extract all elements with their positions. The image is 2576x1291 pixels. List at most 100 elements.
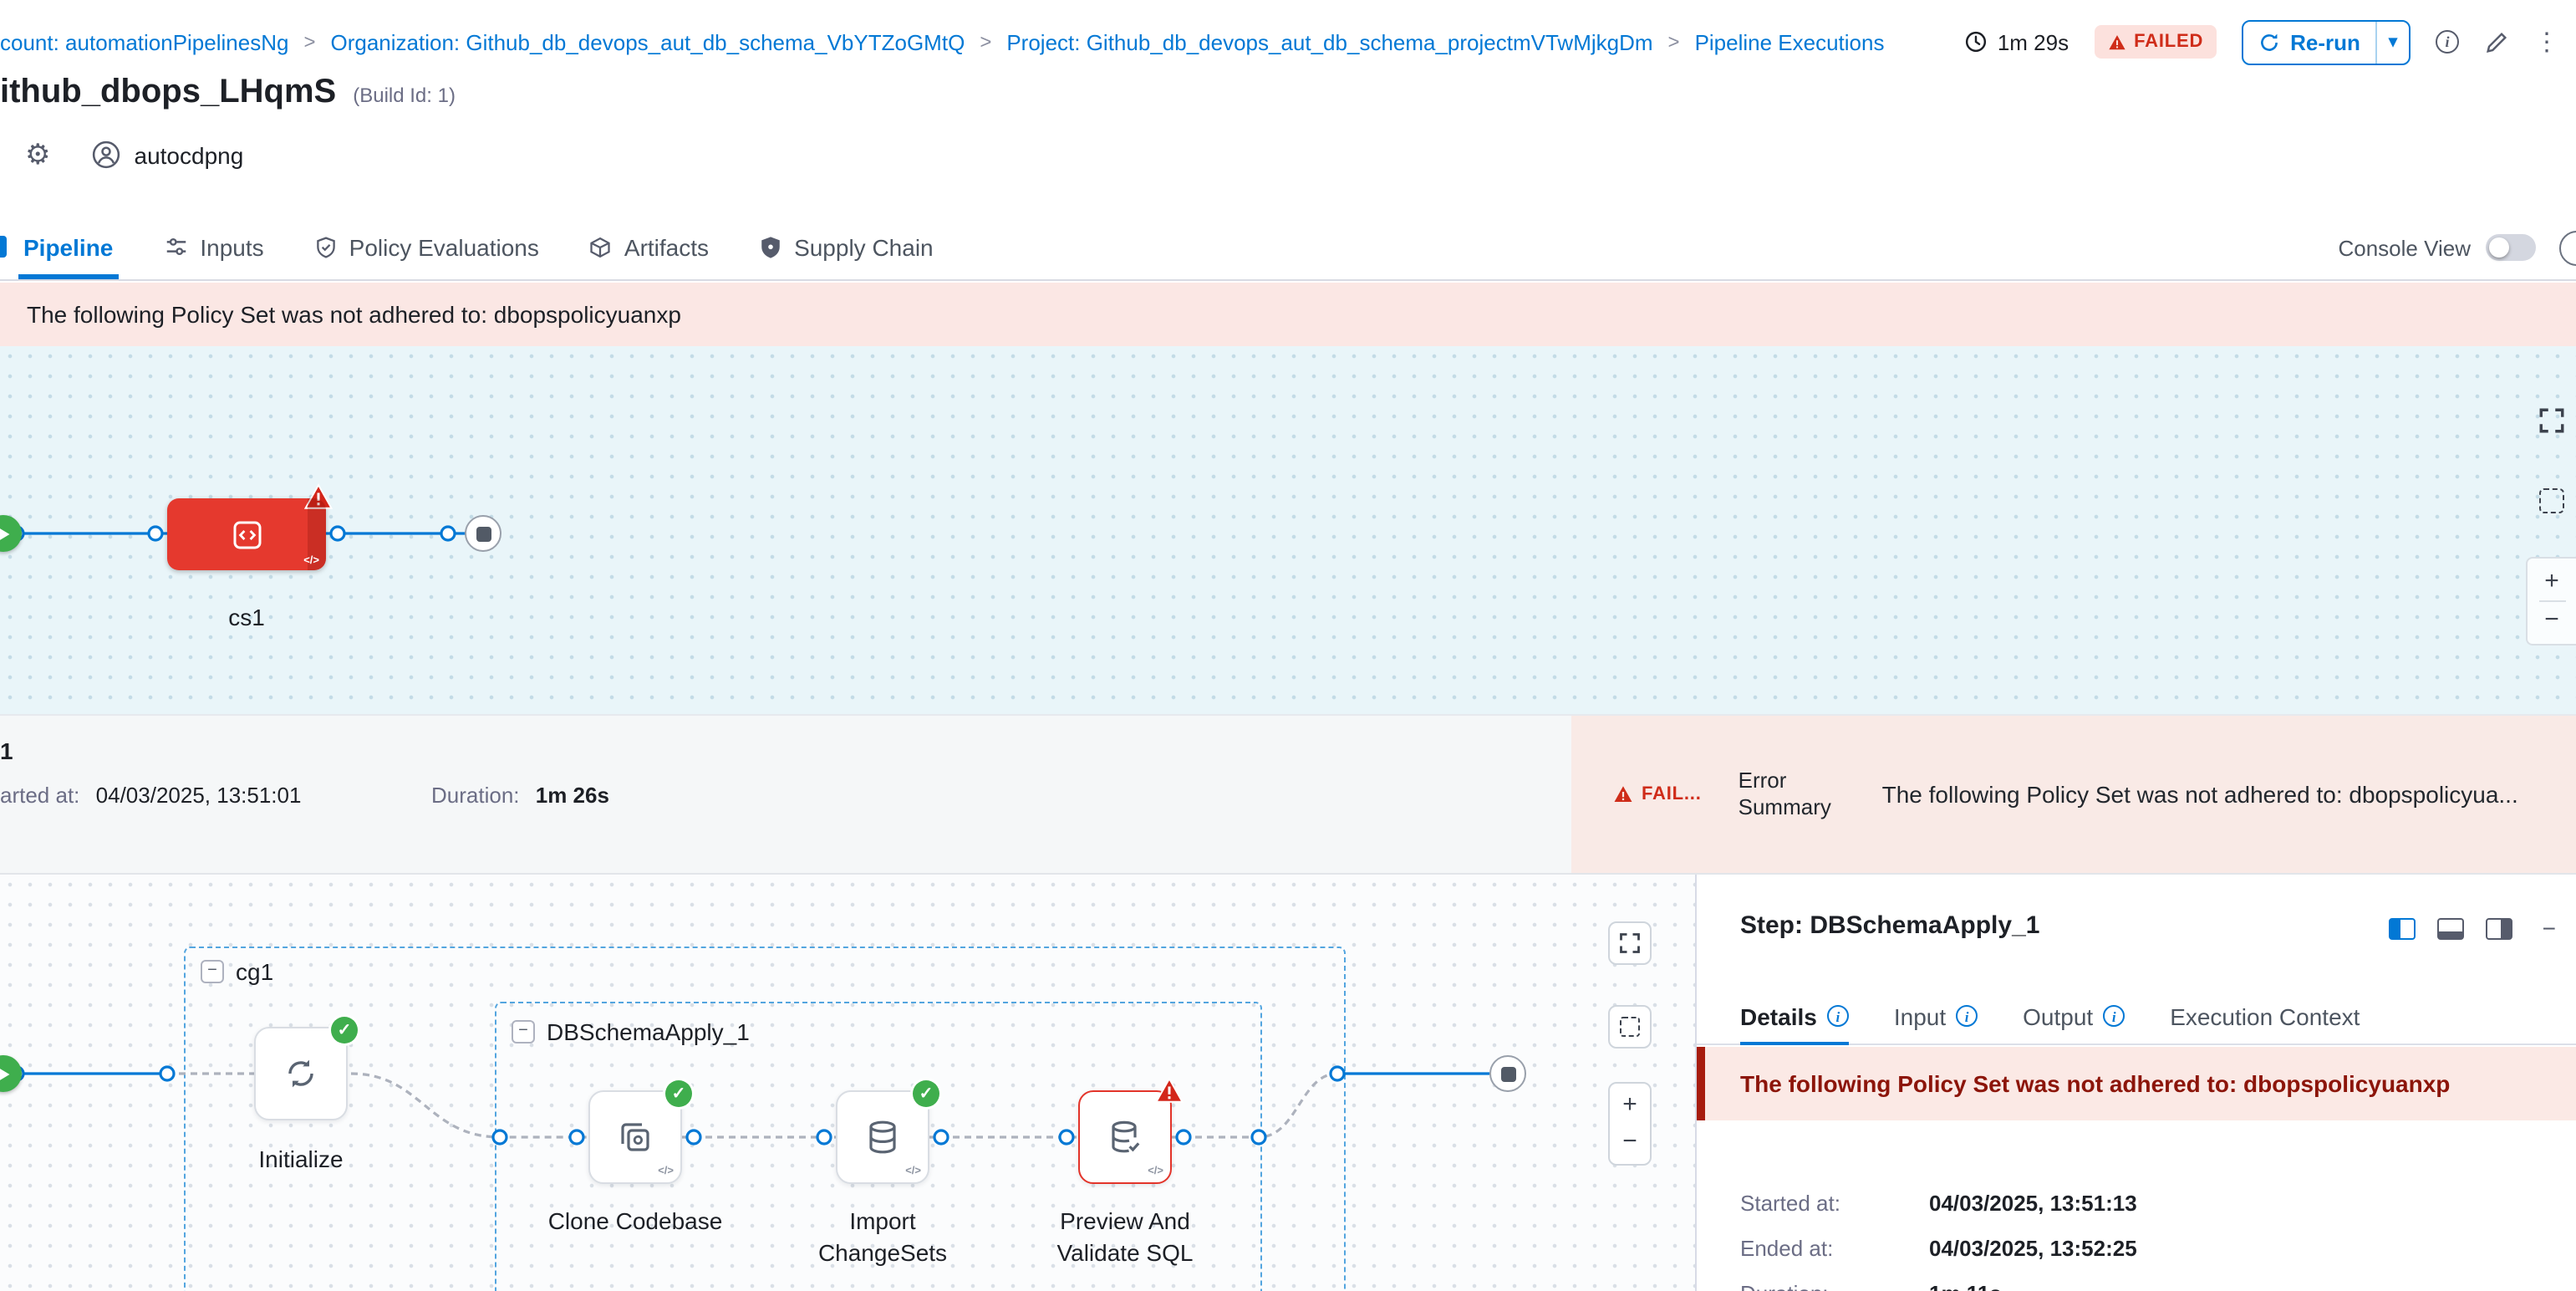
policy-violation-text: The following Policy Set was not adhered… [27,301,681,328]
status-badge-label: FAILED [2134,32,2203,52]
fullscreen-icon[interactable] [2538,406,2566,435]
clock-icon [1964,30,1988,54]
tab-supply-chain[interactable]: Supply Chain [759,214,934,279]
stage-node-cs1[interactable]: </> [167,498,326,570]
duration-label: Duration: [431,783,520,808]
inputs-icon [163,234,188,259]
console-view-control: Console View [2338,214,2536,281]
breadcrumb-pipeline-executions[interactable]: Pipeline Executions [1695,29,1885,54]
step-label-preview-validate-sql: Preview And Validate SQL [1021,1206,1229,1269]
pipeline-header: ithub_dbops_LHqmS (Build Id: 1) [0,74,456,112]
rerun-button[interactable]: Re-run ▾ [2242,19,2411,64]
step-node-initialize[interactable]: ✓ [254,1027,348,1120]
step-node-import-changesets[interactable]: ✓ </> [836,1090,929,1184]
console-view-label: Console View [2338,235,2471,260]
pipeline-end-node[interactable] [465,515,501,552]
breadcrumb-organization[interactable]: Organization: Github_db_devops_aut_db_sc… [331,29,965,54]
tab-policy-evaluations-label: Policy Evaluations [349,233,539,260]
collapse-icon[interactable]: − [512,1020,535,1044]
clipped-pipeline-icon [0,236,7,258]
chevron-down-icon[interactable]: ▾ [2377,33,2409,51]
info-icon[interactable]: i [1827,1005,1849,1027]
layout-right-icon[interactable] [2486,917,2512,939]
breadcrumb: count: automationPipelinesNg > Organizat… [0,29,1885,54]
console-view-toggle[interactable] [2486,234,2536,261]
rerun-main[interactable]: Re-run [2243,29,2375,54]
step-details-title: Step: DBSchemaApply_1 [1740,911,2039,940]
info-icon[interactable]: i [1956,1005,1978,1027]
code-mark: </> [658,1166,674,1177]
zoom-in-button[interactable]: + [1609,1087,1651,1124]
triggered-by-user: autocdpng [93,140,244,169]
detail-label: Started at: [1740,1191,1929,1216]
layout-split-icon[interactable] [2389,917,2416,939]
zoom-in-button[interactable]: + [2531,564,2573,600]
step-details-panel: Step: DBSchemaApply_1 − Details i Input … [1695,875,2576,1291]
fullscreen-icon [1618,931,1642,955]
code-mark: </> [303,555,319,567]
tab-details[interactable]: Details i [1740,988,1849,1044]
detail-label: Ended at: [1740,1236,1929,1261]
tab-pipeline[interactable]: Pipeline [23,214,113,279]
zoom-out-button[interactable]: − [1609,1124,1651,1161]
stage-graph-canvas[interactable]: </> cs1 + − [0,346,2576,714]
supply-chain-shield-icon [759,235,782,258]
stop-square-icon [1500,1066,1515,1081]
stage-end-node[interactable] [1489,1055,1526,1092]
duration-value: 1m 26s [536,783,609,808]
tab-inputs[interactable]: Inputs [163,214,263,279]
stage-label: cs1 [167,604,326,630]
breadcrumb-separator: > [303,30,315,54]
success-badge: ✓ [665,1080,692,1107]
pipeline-execution-page: count: automationPipelinesNg > Organizat… [0,0,2576,1291]
minimize-panel-icon[interactable]: − [2543,915,2556,941]
step-detail-rows: Started at: 04/03/2025, 13:51:13 Ended a… [1740,1191,2137,1291]
collapse-icon[interactable]: − [201,960,224,983]
stop-square-icon [476,526,491,541]
tab-details-label: Details [1740,1003,1817,1029]
stage-connectors [0,346,2576,714]
step-graph-canvas[interactable]: − cg1 − DBSchemaApply_1 ✓ Initialize ✓ <… [0,875,1695,1291]
success-badge: ✓ [331,1017,358,1044]
clipped-help-icon[interactable] [2559,231,2576,266]
marquee-select-button[interactable] [1608,1005,1652,1049]
more-options-icon[interactable]: ⋮ [2534,29,2559,54]
detail-row-duration: Duration: 1m 11s [1740,1281,2137,1291]
step-node-preview-validate-sql[interactable]: </> [1078,1090,1172,1184]
group-label-dbschemaapply[interactable]: − DBSchemaApply_1 [512,1018,750,1045]
tab-policy-evaluations[interactable]: Policy Evaluations [314,214,539,279]
group-label-cg1[interactable]: − cg1 [201,958,273,985]
user-name: autocdpng [135,141,244,168]
info-icon[interactable]: i [2436,30,2459,54]
edit-pencil-icon[interactable] [2484,29,2509,54]
marquee-select-icon[interactable] [2539,488,2564,513]
layout-bottom-icon[interactable] [2437,917,2464,939]
breadcrumb-project[interactable]: Project: Github_db_devops_aut_db_schema_… [1006,29,1652,54]
tab-artifacts[interactable]: Artifacts [589,214,709,279]
error-summary-message: The following Policy Set was not adhered… [1882,781,2576,808]
fullscreen-button[interactable] [1608,921,1652,965]
execution-id: 1 [0,737,13,764]
duration: Duration: 1m 26s [431,783,609,808]
database-check-icon [1105,1117,1145,1157]
tab-input[interactable]: Input i [1894,988,1978,1044]
bottom-section: − cg1 − DBSchemaApply_1 ✓ Initialize ✓ <… [0,873,2576,1291]
info-icon[interactable]: i [2103,1005,2125,1027]
shield-check-icon [314,235,338,258]
gear-icon[interactable]: ⚙ [25,140,51,169]
clone-icon [615,1117,655,1157]
pipeline-meta: ⚙ autocdpng [25,140,243,169]
breadcrumb-account[interactable]: count: automationPipelinesNg [0,29,288,54]
code-mark: </> [1148,1166,1163,1177]
step-node-clone-codebase[interactable]: ✓ </> [588,1090,682,1184]
tab-output[interactable]: Output i [2023,988,2125,1044]
tab-execution-context[interactable]: Execution Context [2170,988,2360,1044]
started-at-value: 04/03/2025, 13:51:01 [96,783,302,808]
breadcrumb-bar: count: automationPipelinesNg > Organizat… [0,0,2576,84]
warning-triangle-icon [1613,784,1633,804]
execution-info-bar: 1 arted at: 04/03/2025, 13:51:01 Duratio… [0,714,2576,873]
zoom-out-button[interactable]: − [2531,602,2573,639]
detail-value: 04/03/2025, 13:52:25 [1929,1236,2137,1261]
breadcrumb-separator: > [1668,30,1680,54]
play-icon [0,526,11,541]
